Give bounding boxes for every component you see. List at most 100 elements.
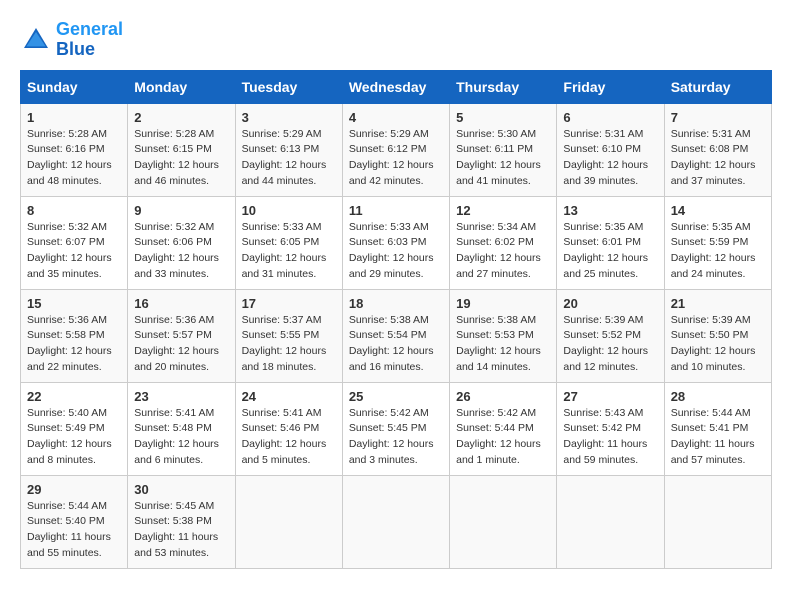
calendar-cell: 22 Sunrise: 5:40 AM Sunset: 5:49 PM Dayl… xyxy=(21,382,128,475)
day-number: 20 xyxy=(563,296,657,311)
day-number: 23 xyxy=(134,389,228,404)
weekday-header: Friday xyxy=(557,70,664,103)
day-number: 5 xyxy=(456,110,550,125)
calendar-cell xyxy=(664,475,771,568)
day-info: Sunrise: 5:28 AM Sunset: 6:15 PM Dayligh… xyxy=(134,127,228,190)
day-info: Sunrise: 5:44 AM Sunset: 5:40 PM Dayligh… xyxy=(27,499,121,562)
weekday-header: Monday xyxy=(128,70,235,103)
calendar-cell xyxy=(342,475,449,568)
calendar-cell: 26 Sunrise: 5:42 AM Sunset: 5:44 PM Dayl… xyxy=(450,382,557,475)
day-number: 18 xyxy=(349,296,443,311)
day-info: Sunrise: 5:40 AM Sunset: 5:49 PM Dayligh… xyxy=(27,406,121,469)
calendar-cell xyxy=(235,475,342,568)
day-info: Sunrise: 5:33 AM Sunset: 6:05 PM Dayligh… xyxy=(242,220,336,283)
day-number: 16 xyxy=(134,296,228,311)
day-info: Sunrise: 5:45 AM Sunset: 5:38 PM Dayligh… xyxy=(134,499,228,562)
day-number: 13 xyxy=(563,203,657,218)
calendar-week: 1 Sunrise: 5:28 AM Sunset: 6:16 PM Dayli… xyxy=(21,103,772,196)
day-number: 22 xyxy=(27,389,121,404)
calendar-cell: 15 Sunrise: 5:36 AM Sunset: 5:58 PM Dayl… xyxy=(21,289,128,382)
day-number: 4 xyxy=(349,110,443,125)
day-number: 14 xyxy=(671,203,765,218)
calendar-header: SundayMondayTuesdayWednesdayThursdayFrid… xyxy=(21,70,772,103)
day-info: Sunrise: 5:37 AM Sunset: 5:55 PM Dayligh… xyxy=(242,313,336,376)
calendar-cell: 9 Sunrise: 5:32 AM Sunset: 6:06 PM Dayli… xyxy=(128,196,235,289)
day-info: Sunrise: 5:44 AM Sunset: 5:41 PM Dayligh… xyxy=(671,406,765,469)
calendar-cell: 14 Sunrise: 5:35 AM Sunset: 5:59 PM Dayl… xyxy=(664,196,771,289)
day-number: 3 xyxy=(242,110,336,125)
day-info: Sunrise: 5:38 AM Sunset: 5:53 PM Dayligh… xyxy=(456,313,550,376)
calendar-cell: 1 Sunrise: 5:28 AM Sunset: 6:16 PM Dayli… xyxy=(21,103,128,196)
day-number: 8 xyxy=(27,203,121,218)
calendar-week: 8 Sunrise: 5:32 AM Sunset: 6:07 PM Dayli… xyxy=(21,196,772,289)
calendar-cell: 29 Sunrise: 5:44 AM Sunset: 5:40 PM Dayl… xyxy=(21,475,128,568)
day-info: Sunrise: 5:32 AM Sunset: 6:07 PM Dayligh… xyxy=(27,220,121,283)
day-number: 17 xyxy=(242,296,336,311)
calendar-cell: 24 Sunrise: 5:41 AM Sunset: 5:46 PM Dayl… xyxy=(235,382,342,475)
calendar-cell: 11 Sunrise: 5:33 AM Sunset: 6:03 PM Dayl… xyxy=(342,196,449,289)
logo-text: General Blue xyxy=(56,20,123,60)
day-info: Sunrise: 5:42 AM Sunset: 5:44 PM Dayligh… xyxy=(456,406,550,469)
calendar-cell: 7 Sunrise: 5:31 AM Sunset: 6:08 PM Dayli… xyxy=(664,103,771,196)
day-number: 12 xyxy=(456,203,550,218)
logo-icon xyxy=(20,24,52,56)
calendar-cell: 18 Sunrise: 5:38 AM Sunset: 5:54 PM Dayl… xyxy=(342,289,449,382)
calendar-week: 22 Sunrise: 5:40 AM Sunset: 5:49 PM Dayl… xyxy=(21,382,772,475)
day-number: 24 xyxy=(242,389,336,404)
day-info: Sunrise: 5:38 AM Sunset: 5:54 PM Dayligh… xyxy=(349,313,443,376)
calendar-table: SundayMondayTuesdayWednesdayThursdayFrid… xyxy=(20,70,772,569)
day-number: 7 xyxy=(671,110,765,125)
weekday-header: Wednesday xyxy=(342,70,449,103)
day-info: Sunrise: 5:29 AM Sunset: 6:12 PM Dayligh… xyxy=(349,127,443,190)
calendar-cell: 6 Sunrise: 5:31 AM Sunset: 6:10 PM Dayli… xyxy=(557,103,664,196)
day-info: Sunrise: 5:39 AM Sunset: 5:50 PM Dayligh… xyxy=(671,313,765,376)
day-info: Sunrise: 5:31 AM Sunset: 6:10 PM Dayligh… xyxy=(563,127,657,190)
day-info: Sunrise: 5:32 AM Sunset: 6:06 PM Dayligh… xyxy=(134,220,228,283)
calendar-week: 29 Sunrise: 5:44 AM Sunset: 5:40 PM Dayl… xyxy=(21,475,772,568)
day-info: Sunrise: 5:33 AM Sunset: 6:03 PM Dayligh… xyxy=(349,220,443,283)
weekday-header: Tuesday xyxy=(235,70,342,103)
calendar-cell: 16 Sunrise: 5:36 AM Sunset: 5:57 PM Dayl… xyxy=(128,289,235,382)
day-number: 15 xyxy=(27,296,121,311)
day-info: Sunrise: 5:42 AM Sunset: 5:45 PM Dayligh… xyxy=(349,406,443,469)
calendar-cell xyxy=(557,475,664,568)
day-info: Sunrise: 5:39 AM Sunset: 5:52 PM Dayligh… xyxy=(563,313,657,376)
calendar-cell: 3 Sunrise: 5:29 AM Sunset: 6:13 PM Dayli… xyxy=(235,103,342,196)
day-number: 19 xyxy=(456,296,550,311)
calendar-week: 15 Sunrise: 5:36 AM Sunset: 5:58 PM Dayl… xyxy=(21,289,772,382)
day-number: 29 xyxy=(27,482,121,497)
day-number: 6 xyxy=(563,110,657,125)
calendar-cell: 5 Sunrise: 5:30 AM Sunset: 6:11 PM Dayli… xyxy=(450,103,557,196)
day-info: Sunrise: 5:35 AM Sunset: 5:59 PM Dayligh… xyxy=(671,220,765,283)
day-info: Sunrise: 5:36 AM Sunset: 5:58 PM Dayligh… xyxy=(27,313,121,376)
day-info: Sunrise: 5:31 AM Sunset: 6:08 PM Dayligh… xyxy=(671,127,765,190)
day-info: Sunrise: 5:28 AM Sunset: 6:16 PM Dayligh… xyxy=(27,127,121,190)
day-number: 25 xyxy=(349,389,443,404)
calendar-cell: 20 Sunrise: 5:39 AM Sunset: 5:52 PM Dayl… xyxy=(557,289,664,382)
calendar-cell: 27 Sunrise: 5:43 AM Sunset: 5:42 PM Dayl… xyxy=(557,382,664,475)
day-number: 2 xyxy=(134,110,228,125)
day-info: Sunrise: 5:41 AM Sunset: 5:46 PM Dayligh… xyxy=(242,406,336,469)
weekday-header: Saturday xyxy=(664,70,771,103)
day-number: 28 xyxy=(671,389,765,404)
calendar-cell: 21 Sunrise: 5:39 AM Sunset: 5:50 PM Dayl… xyxy=(664,289,771,382)
weekday-header: Thursday xyxy=(450,70,557,103)
day-number: 10 xyxy=(242,203,336,218)
day-info: Sunrise: 5:30 AM Sunset: 6:11 PM Dayligh… xyxy=(456,127,550,190)
page-header: General Blue xyxy=(20,20,772,60)
day-number: 26 xyxy=(456,389,550,404)
weekday-header: Sunday xyxy=(21,70,128,103)
calendar-cell: 2 Sunrise: 5:28 AM Sunset: 6:15 PM Dayli… xyxy=(128,103,235,196)
calendar-cell: 23 Sunrise: 5:41 AM Sunset: 5:48 PM Dayl… xyxy=(128,382,235,475)
day-number: 1 xyxy=(27,110,121,125)
calendar-cell: 10 Sunrise: 5:33 AM Sunset: 6:05 PM Dayl… xyxy=(235,196,342,289)
day-info: Sunrise: 5:36 AM Sunset: 5:57 PM Dayligh… xyxy=(134,313,228,376)
logo: General Blue xyxy=(20,20,123,60)
day-number: 11 xyxy=(349,203,443,218)
calendar-cell: 30 Sunrise: 5:45 AM Sunset: 5:38 PM Dayl… xyxy=(128,475,235,568)
calendar-cell: 17 Sunrise: 5:37 AM Sunset: 5:55 PM Dayl… xyxy=(235,289,342,382)
day-info: Sunrise: 5:34 AM Sunset: 6:02 PM Dayligh… xyxy=(456,220,550,283)
day-number: 30 xyxy=(134,482,228,497)
calendar-cell xyxy=(450,475,557,568)
day-info: Sunrise: 5:29 AM Sunset: 6:13 PM Dayligh… xyxy=(242,127,336,190)
